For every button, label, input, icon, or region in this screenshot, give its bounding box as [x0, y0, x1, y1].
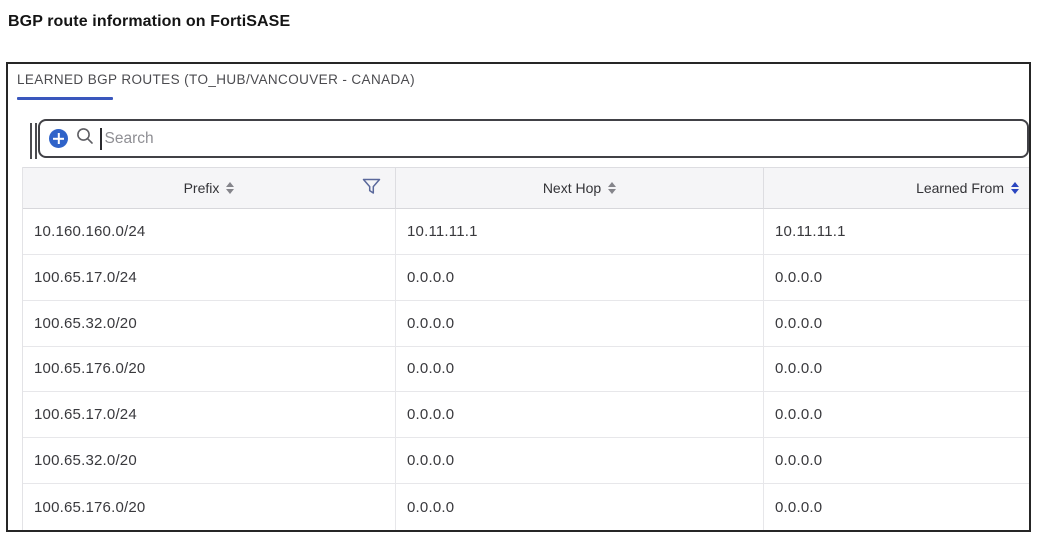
table-cell-learned-from[interactable]: 0.0.0.0 — [764, 255, 1029, 301]
table-cell-prefix[interactable]: 100.65.176.0/20 — [23, 347, 396, 393]
sort-icon-active[interactable] — [1011, 182, 1019, 194]
learned-bgp-routes-panel: LEARNED BGP ROUTES (TO_HUB/VANCOUVER - C… — [6, 62, 1031, 532]
table-cell-next-hop[interactable]: 0.0.0.0 — [396, 301, 764, 347]
table-cell-next-hop[interactable]: 0.0.0.0 — [396, 484, 764, 530]
search-icon — [76, 127, 94, 150]
toolbar-drag-handle[interactable] — [30, 123, 37, 159]
table-cell-prefix[interactable]: 100.65.176.0/20 — [23, 484, 396, 530]
table-cell-next-hop[interactable]: 10.11.11.1 — [396, 209, 764, 255]
sort-icon[interactable] — [226, 182, 234, 194]
column-header-learned-from[interactable]: Learned From — [764, 167, 1029, 209]
column-header-next-hop[interactable]: Next Hop — [396, 167, 764, 209]
active-tab-underline — [17, 97, 113, 100]
table-cell-learned-from[interactable]: 10.11.11.1 — [764, 209, 1029, 255]
search-input[interactable]: Search — [38, 119, 1029, 158]
search-placeholder: Search — [105, 130, 154, 148]
table-cell-next-hop[interactable]: 0.0.0.0 — [396, 255, 764, 301]
text-cursor — [100, 128, 102, 150]
page-title: BGP route information on FortiSASE — [8, 13, 290, 31]
table-cell-prefix[interactable]: 100.65.17.0/24 — [23, 392, 396, 438]
table-cell-prefix[interactable]: 100.65.17.0/24 — [23, 255, 396, 301]
column-header-label: Next Hop — [543, 180, 601, 196]
column-header-prefix[interactable]: Prefix — [23, 167, 396, 209]
table-cell-learned-from[interactable]: 0.0.0.0 — [764, 347, 1029, 393]
table-cell-prefix[interactable]: 10.160.160.0/24 — [23, 209, 396, 255]
add-filter-button[interactable] — [49, 129, 68, 148]
table-cell-next-hop[interactable]: 0.0.0.0 — [396, 438, 764, 484]
table-cell-learned-from[interactable]: 0.0.0.0 — [764, 301, 1029, 347]
table-cell-next-hop[interactable]: 0.0.0.0 — [396, 392, 764, 438]
column-header-label: Learned From — [916, 180, 1004, 196]
sort-icon[interactable] — [608, 182, 616, 194]
panel-tab-learned-bgp-routes[interactable]: LEARNED BGP ROUTES (TO_HUB/VANCOUVER - C… — [17, 72, 415, 87]
table-cell-learned-from[interactable]: 0.0.0.0 — [764, 438, 1029, 484]
bgp-routes-table: Prefix Next Hop Learned From 10.160.160.… — [22, 167, 1029, 530]
table-cell-learned-from[interactable]: 0.0.0.0 — [764, 484, 1029, 530]
table-cell-prefix[interactable]: 100.65.32.0/20 — [23, 301, 396, 347]
filter-icon[interactable] — [362, 178, 381, 198]
table-cell-learned-from[interactable]: 0.0.0.0 — [764, 392, 1029, 438]
table-cell-next-hop[interactable]: 0.0.0.0 — [396, 347, 764, 393]
table-cell-prefix[interactable]: 100.65.32.0/20 — [23, 438, 396, 484]
column-header-label: Prefix — [184, 180, 220, 196]
